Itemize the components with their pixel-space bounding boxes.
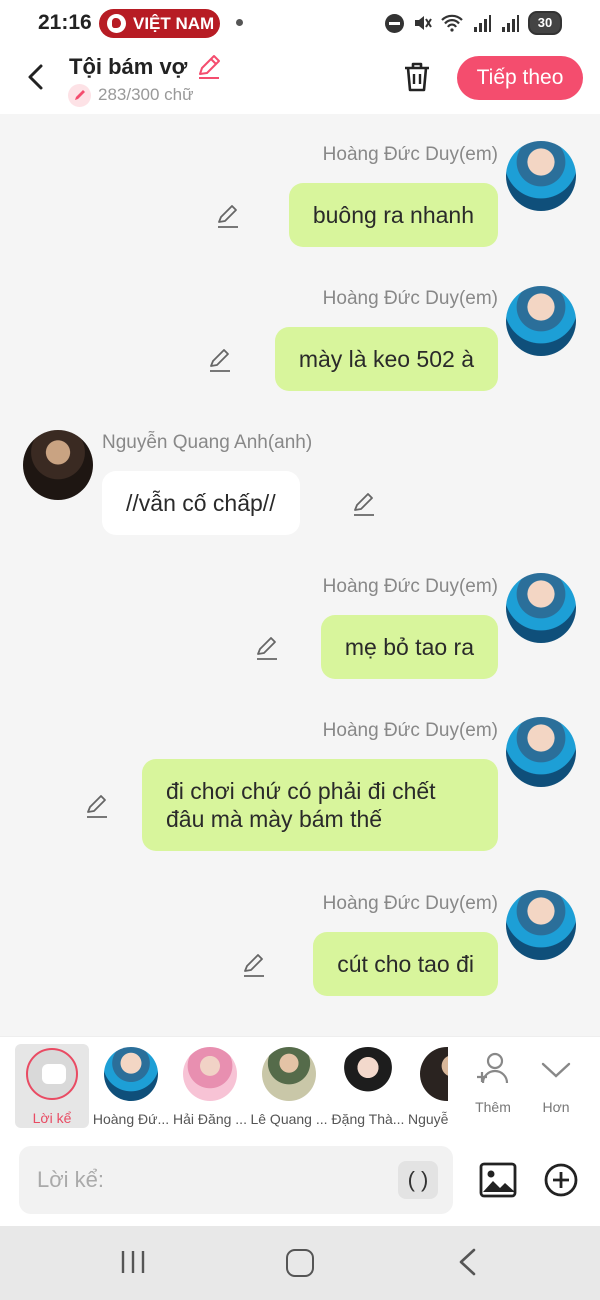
- message-bubble[interactable]: mẹ bỏ tao ra: [320, 615, 498, 679]
- battery-icon: 30: [528, 11, 562, 35]
- signal-icon: [502, 15, 519, 32]
- status-bar: 21:16 VIỆT NAM 30: [0, 0, 600, 46]
- dnd-icon: [385, 13, 404, 33]
- character-name: Hải Đăng ...: [173, 1111, 247, 1127]
- system-icons: 30: [385, 10, 562, 36]
- more-label: Hơn: [542, 1099, 570, 1115]
- character-item[interactable]: Hải Đăng ...: [171, 1045, 249, 1127]
- message-bubble[interactable]: mày là keo 502 à: [274, 327, 498, 391]
- edit-message-icon[interactable]: [254, 635, 280, 661]
- story-title: Tội bám vợ: [69, 54, 188, 79]
- trash-icon[interactable]: [402, 60, 432, 94]
- add-person-icon: [477, 1052, 509, 1084]
- edit-message-icon[interactable]: [215, 203, 241, 229]
- character-item[interactable]: Lê Quang ...: [250, 1045, 328, 1127]
- avatar: [104, 1047, 158, 1101]
- message-bubble[interactable]: đi chơi chứ có phải đi chết đâu mà mày b…: [142, 759, 498, 851]
- next-button[interactable]: Tiếp theo: [457, 56, 583, 100]
- avatar[interactable]: [506, 890, 576, 960]
- add-icon[interactable]: [543, 1162, 579, 1198]
- character-item[interactable]: Nguyễ: [408, 1045, 448, 1127]
- message-bubble[interactable]: //vẫn cố chấp//: [102, 471, 300, 535]
- story-header: Tội bám vợ 283/300 chữ Tiếp theo: [0, 46, 600, 114]
- back-icon[interactable]: [456, 1247, 478, 1277]
- image-icon[interactable]: [479, 1162, 517, 1198]
- narrator-icon: [26, 1048, 78, 1100]
- avatar[interactable]: [506, 286, 576, 356]
- edit-title-icon[interactable]: [196, 54, 222, 80]
- paren-button[interactable]: ( ): [398, 1161, 438, 1199]
- character-name: Hoàng Đứ...: [92, 1111, 170, 1127]
- carrier-badge-label: VIỆT NAM: [133, 14, 215, 33]
- char-count-label: 283/300 chữ: [98, 85, 194, 104]
- more-button[interactable]: Hơn: [525, 1049, 587, 1115]
- avatar: [341, 1047, 395, 1101]
- add-character-button[interactable]: Thêm: [462, 1049, 524, 1115]
- composer: ( ): [0, 1136, 600, 1226]
- sender-name: Hoàng Đức Duy(em): [322, 720, 498, 741]
- edit-message-icon[interactable]: [241, 952, 267, 978]
- mute-icon: [415, 16, 432, 30]
- character-name: Đặng Thà...: [331, 1111, 405, 1127]
- avatar[interactable]: [506, 141, 576, 211]
- narrator-button[interactable]: Lời kể: [15, 1044, 89, 1128]
- edit-message-icon[interactable]: [351, 491, 377, 517]
- narration-input[interactable]: [19, 1146, 453, 1214]
- avatar[interactable]: [23, 430, 93, 500]
- sender-name: Hoàng Đức Duy(em): [322, 144, 498, 165]
- narrator-label: Lời kể: [32, 1110, 72, 1126]
- char-count: 283/300 chữ: [68, 83, 194, 107]
- signal-icon: [474, 15, 491, 32]
- carrier-badge: VIỆT NAM: [99, 9, 220, 38]
- recent-apps-icon[interactable]: [120, 1249, 146, 1275]
- system-nav-bar: [0, 1226, 600, 1300]
- character-item[interactable]: Đặng Thà...: [329, 1045, 407, 1127]
- chevron-down-icon: [541, 1062, 571, 1078]
- sender-name: Hoàng Đức Duy(em): [322, 893, 498, 914]
- add-character-label: Thêm: [475, 1099, 511, 1115]
- edit-message-icon[interactable]: [207, 347, 233, 373]
- globe-icon: [107, 14, 126, 33]
- home-icon[interactable]: [286, 1249, 314, 1277]
- character-name: Lê Quang ...: [250, 1111, 328, 1127]
- avatar[interactable]: [506, 717, 576, 787]
- character-name: Nguyễ: [408, 1111, 448, 1127]
- avatar[interactable]: [506, 573, 576, 643]
- sender-name: Nguyễn Quang Anh(anh): [102, 432, 313, 453]
- message-bubble[interactable]: cút cho tao đi: [313, 932, 498, 996]
- message-bubble[interactable]: buông ra nhanh: [288, 183, 498, 247]
- clock: 21:16: [38, 11, 92, 34]
- notification-dot: [236, 19, 243, 26]
- sender-name: Hoàng Đức Duy(em): [322, 288, 498, 309]
- avatar: [183, 1047, 237, 1101]
- character-strip: Lời kể Hoàng Đứ... Hải Đăng ... Lê Quang…: [0, 1036, 600, 1136]
- character-item[interactable]: Hoàng Đứ...: [92, 1045, 170, 1127]
- chat-area: Hoàng Đức Duy(em) buông ra nhanh Hoàng Đ…: [0, 114, 600, 1036]
- back-arrow-icon[interactable]: [22, 60, 52, 94]
- sender-name: Hoàng Đức Duy(em): [322, 576, 498, 597]
- avatar: [262, 1047, 316, 1101]
- wifi-icon: [441, 14, 463, 32]
- edit-message-icon[interactable]: [84, 793, 110, 819]
- pencil-badge-icon: [68, 83, 91, 107]
- avatar: [420, 1047, 448, 1101]
